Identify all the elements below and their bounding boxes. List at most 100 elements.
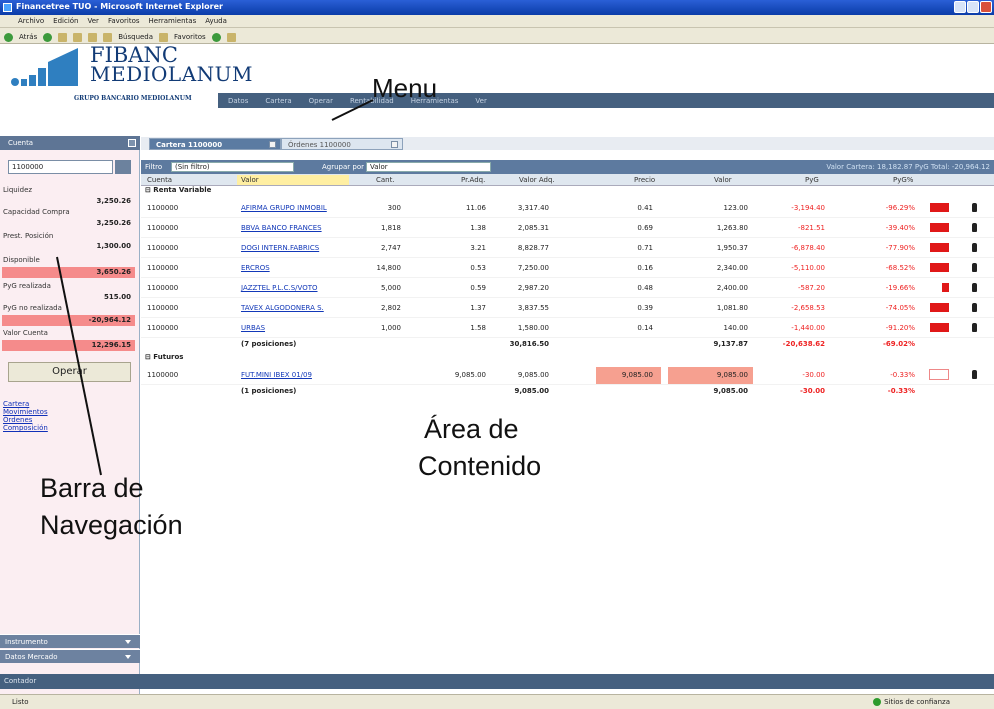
menu-edicion[interactable]: Edición [53,17,78,27]
search-icon[interactable] [103,32,113,42]
minimize-button[interactable] [954,1,966,13]
window-title: Financetree TUO - Microsoft Internet Exp… [16,2,223,11]
stop-icon[interactable] [58,32,68,42]
refresh-icon[interactable] [73,32,83,42]
cell-valoradq: 3,837.55 [517,304,549,312]
tab-ordenes[interactable]: Órdenes 1100000 [281,138,403,150]
col-pyg-pct[interactable]: PyG% [893,176,913,184]
sb-label-liquidez: Liquidez [3,186,33,194]
group-header[interactable]: ⊟ Futuros [141,353,994,365]
filter-select[interactable]: (Sin filtro) [171,162,294,172]
table-row[interactable]: 1100000 BBVA BANCO FRANCES 1,818 1.38 2,085.… [141,218,994,238]
table-row[interactable]: 1100000 URBAS 1,000 1.58 1,580.00 0.14 140.00-… [141,318,994,338]
menu-herramientas[interactable]: Herramientas [149,17,197,27]
link-movimientos[interactable]: Movimientos [3,408,48,416]
col-pyg[interactable]: PyG [805,176,819,184]
menu-ayuda[interactable]: Ayuda [205,17,227,27]
media-icon[interactable] [211,32,221,42]
search-button-label[interactable]: Búsqueda [118,33,153,41]
cell-cant: 2,747 [380,244,401,252]
maximize-button[interactable] [967,1,979,13]
table-row[interactable]: 1100000 ERCROS 14,800 0.53 7,250.00 0.16 2,340… [141,258,994,278]
chevron-down-icon[interactable] [124,653,132,661]
pyg-bar-cell [929,369,949,380]
favorites-icon[interactable] [159,32,169,42]
col-valor[interactable]: Valor [241,176,259,184]
cell-pradq: 0.53 [470,264,486,272]
chevron-down-icon[interactable] [115,160,131,174]
cell-valorcur: 2,340.00 [716,264,748,272]
forward-icon[interactable] [43,32,53,42]
cell-valorcur: 1,950.37 [716,244,748,252]
group-total-row: (7 posiciones) 30,816.50 9,137.87 -20,638.6… [141,338,994,352]
home-icon[interactable] [88,32,98,42]
cell-account: 1100000 [147,264,179,272]
col-precio[interactable]: Precio [634,176,655,184]
cell-precio: 0.48 [637,284,653,292]
app-menu-ver[interactable]: Ver [475,97,486,108]
sidebar-section-instrumento[interactable]: Instrumento [0,634,140,648]
app-menu-cartera[interactable]: Cartera [265,97,291,108]
mouse-icon[interactable] [972,263,977,272]
cell-cant: 300 [387,204,401,212]
cell-valoradq: 3,317.40 [517,204,549,212]
chevron-down-icon[interactable] [124,638,132,646]
browser-menubar: Archivo Edición Ver Favoritos Herramient… [0,15,994,28]
cell-valorcur: 1,263.80 [716,224,748,232]
col-cuenta[interactable]: Cuenta [147,176,172,184]
menu-archivo[interactable]: Archivo [18,17,44,27]
cell-pradq: 1.58 [470,324,486,332]
pyg-bar [942,283,949,292]
col-valor-actual[interactable]: Valor [714,176,732,184]
link-ordenes[interactable]: Órdenes [3,416,32,424]
cell-pygpct: -91.20% [885,324,915,332]
mouse-icon[interactable] [972,323,977,332]
tab-cartera[interactable]: Cartera 1100000 [149,138,281,150]
table-row[interactable]: 1100000 FUT.MINI IBEX 01/09 9,085.00 9,085.… [141,365,994,385]
mouse-icon[interactable] [972,303,977,312]
menu-ver[interactable]: Ver [88,17,99,27]
col-valor-adq[interactable]: Valor Adq. [519,176,555,184]
history-icon[interactable] [226,32,236,42]
collapse-icon[interactable] [128,139,136,147]
mouse-icon[interactable] [972,243,977,252]
account-select[interactable]: 1100000 [8,160,113,174]
status-text: Listo [12,698,29,706]
mouse-icon[interactable] [972,283,977,292]
cell-valorcur: 2,400.00 [716,284,748,292]
close-window-button[interactable] [980,1,992,13]
close-icon[interactable] [391,141,398,148]
cell-valoradq: 2,987.20 [517,284,549,292]
group-by-select[interactable]: Valor [366,162,491,172]
group-header[interactable]: ⊟ Renta Variable [141,186,994,198]
link-composicion[interactable]: Composición [3,424,48,432]
table-row[interactable]: 1100000 TAVEX ALGODONERA S. 2,802 1.37 3,837… [141,298,994,318]
mouse-icon[interactable] [972,370,977,379]
app-menu-datos[interactable]: Datos [228,97,248,108]
pyg-bar [930,203,949,212]
mouse-icon[interactable] [972,223,977,232]
table-row[interactable]: 1100000 JAZZTEL P.L.C.S/VOTO 5,000 0.59 2,98… [141,278,994,298]
col-pr-adq[interactable]: Pr.Adq. [461,176,485,184]
sb-label-prest: Prest. Posición [3,232,54,240]
cell-pradq: 9,085.00 [454,371,486,379]
cell-pyg: -2,658.53 [791,304,825,312]
table-row[interactable]: 1100000 DOGI INTERN.FABRICS 2,747 3.21 8,828… [141,238,994,258]
cell-valorcur: 1,081.80 [716,304,748,312]
table-row[interactable]: 1100000 AFIRMA GRUPO INMOBIL 300 11.06 3,317… [141,198,994,218]
annotation-content-line1: Área de [424,414,519,444]
back-button-label[interactable]: Atrás [19,33,37,41]
cell-pradq: 1.38 [470,224,486,232]
back-icon[interactable] [4,32,13,42]
favorites-button-label[interactable]: Favoritos [174,33,206,41]
close-icon[interactable] [269,141,276,148]
sidebar-section-datos-mercado[interactable]: Datos Mercado [0,649,140,663]
mouse-icon[interactable] [972,203,977,212]
table-header: Cuenta Valor Cant. Pr.Adq. Valor Adq. Pr… [141,174,994,186]
cell-valor[interactable]: FUT.MINI IBEX 01/09 [241,371,381,379]
col-cant[interactable]: Cant. [376,176,395,184]
menu-favoritos[interactable]: Favoritos [108,17,140,27]
cell-valorcur: 9,085.00 [716,371,748,379]
link-cartera[interactable]: Cartera [3,400,29,408]
cell-pradq: 11.06 [465,204,486,212]
